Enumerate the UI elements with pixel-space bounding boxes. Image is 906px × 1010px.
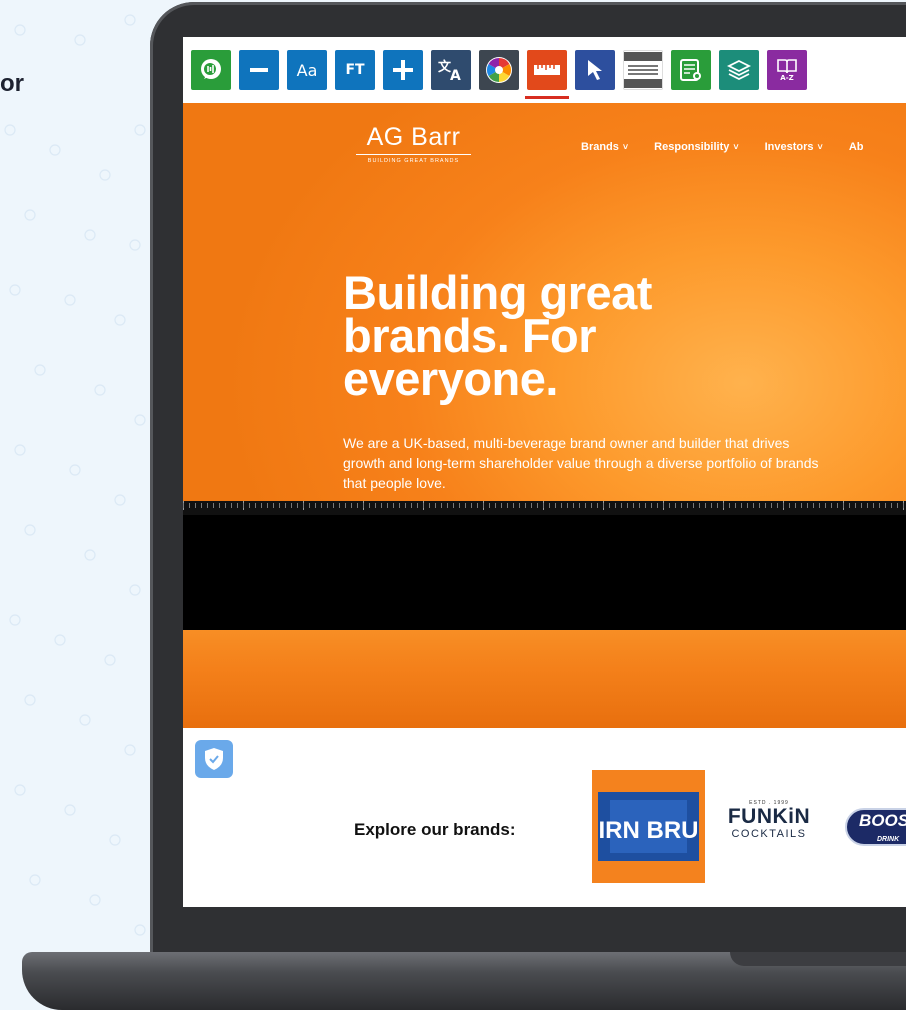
hero-section: AG Barr BUILDING GREAT BRANDS Brands ˅ Re… — [183, 103, 906, 501]
logo-wordmark: AG Barr — [356, 123, 471, 155]
plus-icon — [393, 60, 413, 80]
side-heading-fragment: or — [0, 70, 24, 97]
explore-brands-label: Explore our brands: — [354, 820, 516, 839]
main-nav: Brands ˅ Responsibility ˅ Investors ˅ Ab — [581, 141, 863, 153]
reader-mode-button[interactable] — [671, 50, 711, 90]
svg-text:IRN BRU: IRN BRU — [599, 817, 699, 844]
laptop-screen: Aa FT 文A A-Z AG Barr BUILDING GREAT BRAN… — [183, 37, 906, 907]
minus-icon — [250, 68, 268, 72]
svg-text:A: A — [450, 68, 461, 83]
font-type-icon: FT — [345, 62, 365, 78]
color-contrast-button[interactable] — [479, 50, 519, 90]
shield-check-icon — [205, 748, 223, 770]
increase-text-button[interactable] — [383, 50, 423, 90]
font-size-icon: Aa — [296, 60, 318, 80]
boost-logo[interactable]: BOOS DRINK — [845, 808, 906, 846]
hero-headline: Building great brands. For everyone. — [343, 266, 652, 405]
nav-item-brands[interactable]: Brands ˅ — [581, 141, 628, 153]
site-logo[interactable]: AG Barr BUILDING GREAT BRANDS — [356, 123, 471, 164]
cursor-button[interactable] — [575, 50, 615, 90]
dictionary-label: A-Z — [780, 74, 794, 82]
accessibility-widget-button[interactable] — [195, 740, 233, 778]
layers-icon — [726, 59, 752, 81]
color-wheel-icon — [486, 57, 512, 83]
font-type-button[interactable]: FT — [335, 50, 375, 90]
translate-button[interactable]: 文A — [431, 50, 471, 90]
translate-icon: 文A — [438, 59, 461, 83]
simplify-button[interactable] — [719, 50, 759, 90]
nav-item-responsibility[interactable]: Responsibility ˅ — [654, 141, 738, 153]
chevron-down-icon: ˅ — [622, 142, 629, 152]
cursor-icon — [588, 60, 602, 80]
chevron-down-icon: ˅ — [733, 142, 739, 152]
chevron-down-icon: ˅ — [817, 142, 823, 152]
reading-ruler[interactable] — [183, 501, 906, 515]
nav-item-investors[interactable]: Investors ˅ — [765, 141, 823, 153]
hero-subtext: We are a UK-based, multi-beverage brand … — [343, 435, 819, 491]
irn-bru-girder-icon: IRN BRU — [598, 792, 699, 861]
logo-tagline: BUILDING GREAT BRANDS — [367, 158, 460, 164]
screen-mask-icon — [624, 52, 662, 88]
dictionary-icon — [777, 59, 797, 74]
speech-icon — [201, 59, 221, 79]
screen-mask-button[interactable] — [623, 50, 663, 90]
dictionary-button[interactable]: A-Z — [767, 50, 807, 90]
font-size-button[interactable]: Aa — [287, 50, 327, 90]
nav-item-about[interactable]: Ab — [849, 141, 864, 153]
decrease-text-button[interactable] — [239, 50, 279, 90]
irn-bru-logo[interactable]: IRN BRU — [592, 770, 705, 883]
ruler-icon — [534, 65, 560, 75]
funkin-logo[interactable]: ESTD . 1999 FUNKiN COCKTAILS — [724, 800, 814, 840]
orange-band — [183, 630, 906, 728]
laptop-base-notch — [730, 952, 906, 966]
reader-icon — [680, 59, 701, 81]
speech-button[interactable] — [191, 50, 231, 90]
reading-ruler-button[interactable] — [525, 50, 569, 99]
accessibility-toolbar: Aa FT 文A A-Z — [183, 37, 906, 103]
brands-section: Explore our brands: IRN BRU ESTD . 1999 … — [183, 728, 906, 907]
